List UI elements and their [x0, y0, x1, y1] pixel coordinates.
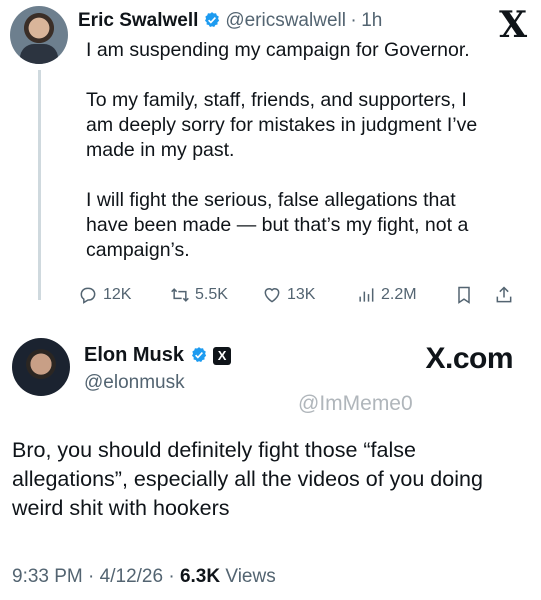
meta-separator: · [88, 566, 95, 587]
tweet-line: made in my past. [86, 139, 235, 161]
x-dot-com-logo: X.com [425, 342, 513, 375]
reply-author-handle[interactable]: @elonmusk [84, 372, 185, 394]
views-count: 2.2M [381, 286, 417, 303]
reply-views-label: Views [225, 566, 276, 587]
reply-count: 12K [103, 286, 132, 303]
reply-meta: 9:33 PM · 4/12/26 · 6.3K Views [12, 566, 276, 588]
reply-views-count: 6.3K [179, 566, 221, 587]
header-separator: · [350, 10, 357, 31]
watermark: @ImMeme0 [298, 392, 413, 415]
tweet-line: am deeply sorry for mistakes in judgment… [86, 114, 478, 136]
views-icon [359, 288, 374, 302]
meta-separator: · [168, 566, 175, 587]
author-handle[interactable]: @ericswalwell [225, 10, 346, 31]
avatar-elon-musk[interactable] [12, 338, 70, 396]
share-icon [496, 286, 512, 303]
repost-count: 5.5K [195, 286, 228, 303]
tweet-line: To my family, staff, friends, and suppor… [86, 89, 467, 111]
repost-icon [171, 288, 189, 302]
like-icon [264, 288, 280, 303]
tweet-line: have been made — but that’s my fight, no… [86, 214, 469, 236]
reply-author: Elon Musk X [84, 344, 232, 367]
tweet-line: I am suspending my campaign for Governor… [86, 39, 470, 61]
like-button[interactable]: 13K [262, 285, 356, 305]
reply-author-name[interactable]: Elon Musk [84, 344, 184, 366]
repost-button[interactable]: 5.5K [170, 285, 262, 305]
tweet-line: campaign’s. [86, 239, 190, 261]
tweet-time[interactable]: 1h [361, 10, 382, 31]
tweet-line: I will fight the serious, false allegati… [86, 189, 456, 211]
tweet-actions: 12K 5.5K 13K 2.2M [78, 282, 528, 308]
like-count: 13K [287, 286, 316, 303]
verified-icon [204, 12, 219, 27]
bookmark-button[interactable] [454, 285, 494, 305]
tweet-body: I am suspending my campaign for Governor… [86, 38, 526, 263]
thread-line [38, 70, 41, 300]
reply-button[interactable]: 12K [78, 285, 170, 305]
bookmark-icon [458, 286, 470, 304]
tweet-header: Eric Swalwell @ericswalwell · 1h [78, 10, 382, 32]
verified-icon [191, 347, 206, 362]
avatar-eric-swalwell[interactable] [10, 6, 68, 64]
share-button[interactable] [494, 285, 524, 305]
reply-date[interactable]: 4/12/26 [100, 566, 163, 587]
reply-icon [80, 287, 96, 304]
x-badge-icon: X [213, 347, 232, 365]
reply-time[interactable]: 9:33 PM [12, 566, 83, 587]
reply-body: Bro, you should definitely fight those “… [12, 438, 483, 520]
author-name[interactable]: Eric Swalwell [78, 10, 198, 31]
views-button[interactable]: 2.2M [356, 285, 454, 305]
